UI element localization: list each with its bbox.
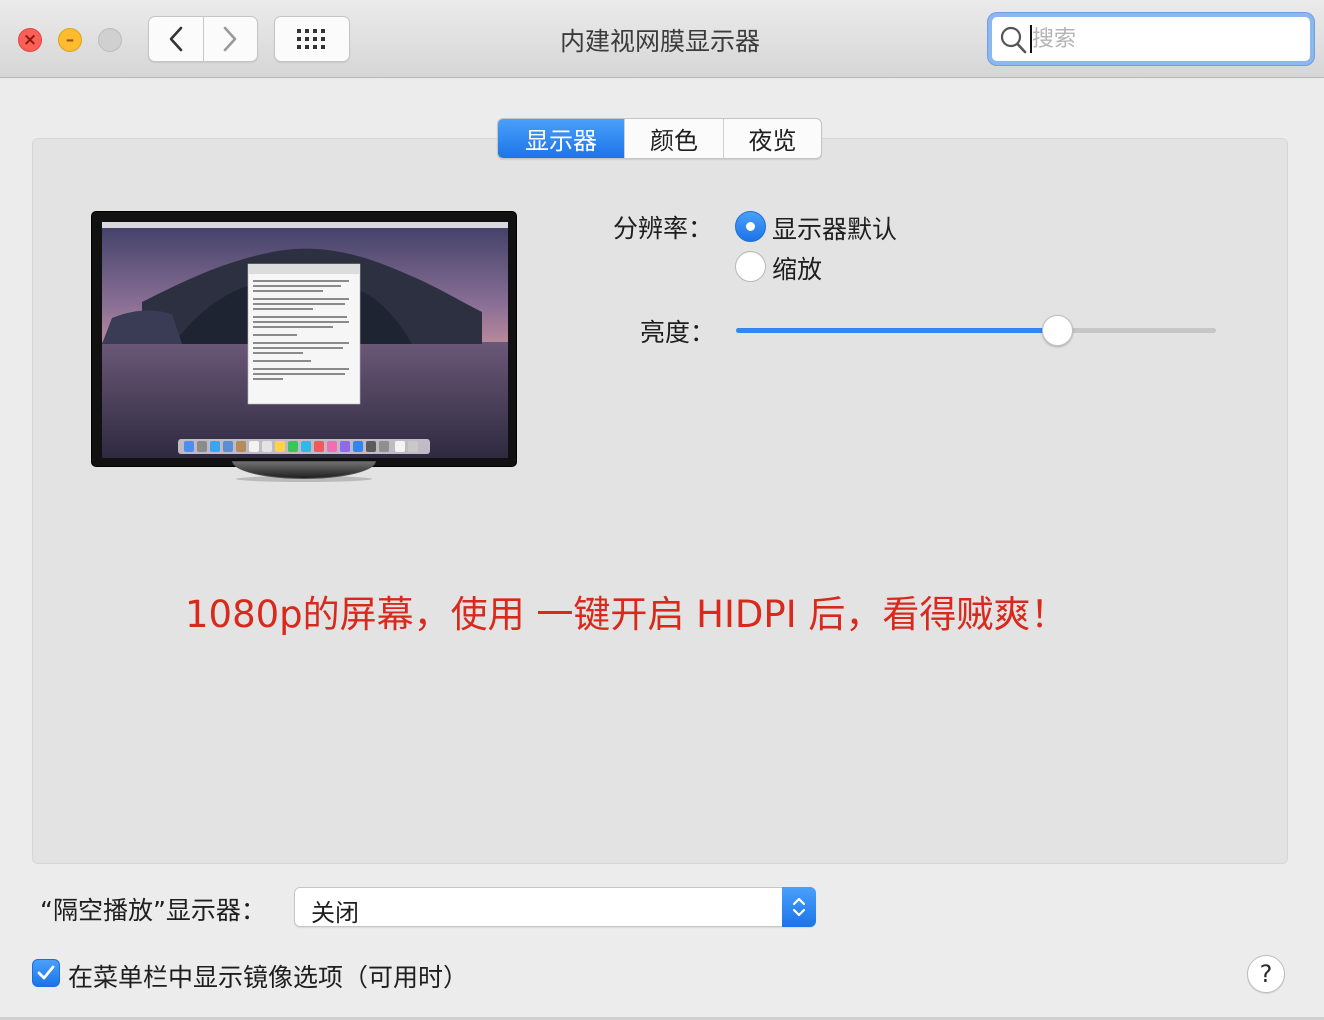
help-button[interactable]: ?	[1247, 955, 1285, 993]
tab-night-shift[interactable]: 夜览	[723, 119, 821, 158]
tab-bar: 显示器 颜色 夜览	[497, 118, 822, 159]
chevron-right-icon	[223, 26, 237, 52]
show-mirroring-checkbox[interactable]	[32, 959, 60, 987]
forward-button[interactable]	[202, 17, 258, 61]
annotation-text: 1080p的屏幕，使用 一键开启 HIDPI 后，看得贼爽！	[185, 593, 1068, 636]
grid-icon	[297, 29, 325, 49]
question-icon: ?	[1259, 960, 1273, 988]
resolution-label: 分辨率：	[613, 214, 714, 243]
navigation-buttons	[148, 16, 258, 62]
radio-scaled[interactable]	[735, 251, 766, 282]
brightness-slider-fill	[736, 328, 1058, 333]
minimize-icon: –	[65, 29, 75, 50]
window-title: 内建视网膜显示器	[559, 27, 760, 56]
brightness-slider[interactable]	[736, 328, 1216, 333]
airplay-display-select[interactable]: 关闭	[294, 887, 816, 927]
search-input[interactable]	[1032, 19, 1292, 59]
brightness-label: 亮度：	[640, 318, 716, 347]
brightness-slider-knob[interactable]	[1042, 315, 1074, 346]
back-button[interactable]	[149, 17, 203, 61]
tab-color[interactable]: 颜色	[624, 119, 723, 158]
chevron-up-down-icon	[782, 887, 816, 927]
airplay-display-label: “隔空播放”显示器：	[40, 896, 266, 925]
airplay-display-value: 关闭	[311, 899, 359, 927]
chevron-left-icon	[169, 26, 183, 52]
close-icon: ×	[22, 29, 38, 50]
desktop-preview-image	[102, 222, 508, 458]
tab-display[interactable]: 显示器	[498, 119, 624, 158]
radio-scaled-label[interactable]: 缩放	[772, 250, 822, 286]
checkmark-icon	[37, 965, 55, 980]
search-field[interactable]	[988, 13, 1314, 65]
radio-default-resolution[interactable]	[735, 211, 766, 242]
title-bar: × – 内建视网膜显示器	[0, 0, 1324, 78]
monitor-preview	[91, 211, 517, 467]
search-icon	[1000, 26, 1027, 54]
show-all-button[interactable]	[274, 16, 350, 62]
show-mirroring-label[interactable]: 在菜单栏中显示镜像选项（可用时）	[68, 958, 468, 994]
zoom-button[interactable]	[98, 28, 122, 52]
radio-default-resolution-label[interactable]: 显示器默认	[772, 210, 897, 246]
close-button[interactable]: ×	[18, 28, 42, 52]
minimize-button[interactable]: –	[58, 28, 82, 52]
